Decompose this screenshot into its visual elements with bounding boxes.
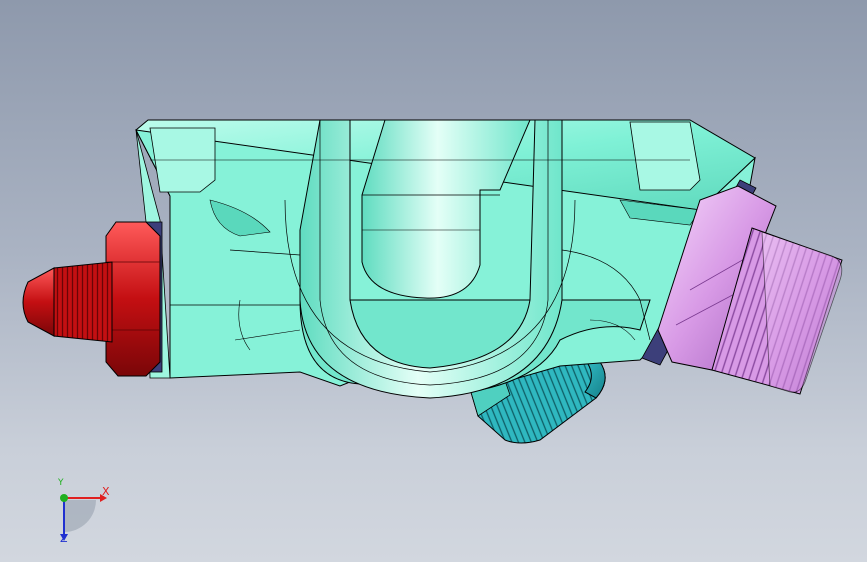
y-axis-label: Y [58, 478, 64, 488]
x-axis-label: X [102, 485, 110, 498]
triad-plane-icon [64, 500, 96, 532]
z-axis-label: Z [60, 532, 68, 545]
3d-viewport[interactable]: X Y Z [0, 0, 867, 562]
coordinate-triad: X Y Z [44, 478, 114, 550]
cad-part-model[interactable] [0, 0, 867, 562]
left-fitting[interactable] [22, 221, 163, 377]
y-axis-icon [60, 494, 68, 502]
